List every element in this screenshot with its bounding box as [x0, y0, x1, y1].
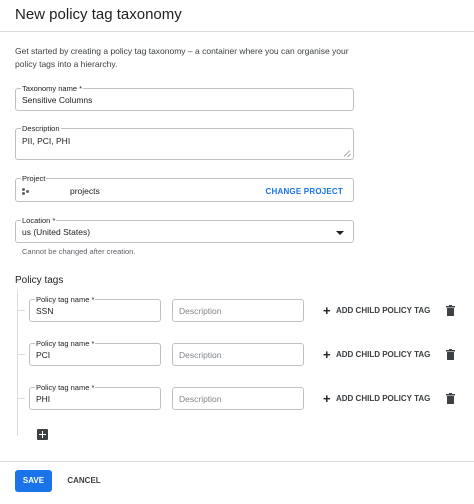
- policy-tag-name-field[interactable]: Policy tag name * SSN: [29, 295, 161, 322]
- location-hint: Cannot be changed after creation.: [22, 247, 136, 256]
- policy-tag-name-label: Policy tag name *: [35, 295, 96, 305]
- change-project-button[interactable]: CHANGE PROJECT: [266, 187, 343, 196]
- dialog-title: New policy tag taxonomy: [15, 6, 182, 23]
- add-child-label: ADD CHILD POLICY TAG: [336, 394, 431, 403]
- add-child-label: ADD CHILD POLICY TAG: [336, 350, 431, 359]
- intro-text: Get started by creating a policy tag tax…: [15, 46, 349, 69]
- policy-tag-description-field[interactable]: Description: [172, 387, 304, 410]
- policy-tag-name-value[interactable]: PCI: [36, 350, 50, 360]
- policy-tag-description-field[interactable]: Description: [172, 343, 304, 366]
- plus-icon: +: [323, 347, 331, 362]
- tree-branch: [17, 310, 25, 311]
- description-field[interactable]: Description PII, PCI, PHI: [15, 124, 354, 160]
- resize-handle-icon[interactable]: [345, 151, 351, 157]
- trash-icon[interactable]: [446, 349, 455, 360]
- tree-branch: [17, 398, 25, 399]
- save-button[interactable]: SAVE: [15, 470, 52, 492]
- arrow-drop-down-icon[interactable]: [336, 231, 344, 235]
- policy-tag-name-label: Policy tag name *: [35, 339, 96, 349]
- taxonomy-name-field[interactable]: Taxonomy name * Sensitive Columns: [15, 84, 354, 111]
- taxonomy-name-value[interactable]: Sensitive Columns: [22, 95, 92, 105]
- description-label: Description: [21, 124, 61, 134]
- add-child-label: ADD CHILD POLICY TAG: [336, 306, 431, 315]
- add-policy-tag-icon[interactable]: [37, 429, 48, 440]
- policy-tag-name-label: Policy tag name *: [35, 383, 96, 393]
- description-value[interactable]: PII, PCI, PHI: [22, 136, 70, 146]
- project-label: Project: [21, 174, 47, 184]
- cancel-button[interactable]: CANCEL: [63, 470, 105, 492]
- project-icon: [22, 188, 30, 196]
- description-placeholder[interactable]: Description: [179, 306, 222, 316]
- taxonomy-name-label: Taxonomy name *: [21, 84, 84, 94]
- trash-icon[interactable]: [446, 393, 455, 404]
- policy-tag-name-value[interactable]: PHI: [36, 394, 50, 404]
- tree-branch: [17, 354, 25, 355]
- policy-tag-name-field[interactable]: Policy tag name * PCI: [29, 339, 161, 366]
- dialog-header: New policy tag taxonomy: [0, 0, 474, 32]
- location-value[interactable]: us (United States): [22, 227, 90, 237]
- policy-tag-name-field[interactable]: Policy tag name * PHI: [29, 383, 161, 410]
- plus-icon: +: [323, 303, 331, 318]
- location-select[interactable]: Location * us (United States): [15, 216, 354, 243]
- policy-tags-title: Policy tags: [15, 275, 64, 286]
- policy-tag-description-field[interactable]: Description: [172, 299, 304, 322]
- tree-connector: [17, 290, 18, 436]
- location-label: Location *: [21, 216, 57, 226]
- description-placeholder[interactable]: Description: [179, 394, 222, 404]
- footer-divider: [0, 461, 474, 462]
- plus-icon: +: [323, 391, 331, 406]
- project-field: Project projects CHANGE PROJECT: [15, 174, 354, 202]
- policy-tag-name-value[interactable]: SSN: [36, 306, 53, 316]
- trash-icon[interactable]: [446, 305, 455, 316]
- project-value: projects: [70, 186, 100, 196]
- description-placeholder[interactable]: Description: [179, 350, 222, 360]
